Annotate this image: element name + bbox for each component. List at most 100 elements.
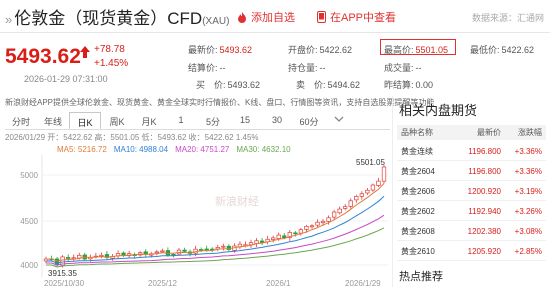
field-value: 5493.62 [219, 45, 253, 55]
tab-daily-k[interactable]: 日K [69, 112, 101, 129]
row-price: 1192.940 [468, 207, 501, 216]
up-arrow-icon [80, 46, 90, 58]
field-label: 结算价: [188, 63, 218, 73]
tab-monthly-k[interactable]: 月K [133, 112, 165, 129]
field-label: 卖 价: [296, 80, 326, 90]
instrument-code: (XAU) [202, 16, 230, 27]
data-source: 数据来源：汇通网 [471, 13, 544, 23]
watermark: 新浪财经 [215, 194, 259, 208]
ma-legend: MA5: 5216.72 MA10: 4988.04 MA20: 4751.27… [57, 145, 291, 154]
candle [221, 245, 226, 248]
candle [182, 249, 187, 252]
candle [71, 257, 76, 260]
x-tick: 2025/10/30 [44, 279, 85, 287]
tab-5min[interactable]: 5分 [197, 112, 229, 129]
tab-60min[interactable]: 60分 [293, 112, 325, 129]
row-name[interactable]: 黄金2608 [397, 226, 449, 237]
candle [66, 257, 71, 259]
ma30-line [46, 227, 385, 268]
candle [276, 234, 281, 239]
open-in-app-button[interactable]: 在APP中查看 [316, 9, 396, 25]
candle [282, 235, 287, 239]
phone-icon [317, 11, 326, 23]
candle [293, 232, 298, 235]
table-row[interactable]: 黄金2606 1200.920 +3.19% [397, 183, 546, 201]
chart-tabs: 分时 年线 日K 周K 月K 1 5分 15 30 60分 [5, 112, 390, 130]
candle [354, 196, 359, 201]
tab-timeshare[interactable]: 分时 [5, 112, 37, 129]
row-change: +3.36% [514, 147, 542, 156]
candle [154, 251, 159, 254]
current-price: 5493.62 [5, 45, 81, 68]
more-tabs-button[interactable] [325, 112, 353, 129]
tab-30min[interactable]: 30 [261, 112, 293, 129]
chevron-down-icon [334, 116, 344, 122]
x-tick: 2026/1/29 [345, 279, 381, 287]
candle [121, 252, 126, 256]
candle [315, 221, 320, 226]
add-watchlist-label: 添加自选 [251, 12, 295, 24]
low-label: 3915.35 [48, 269, 77, 278]
candle [204, 248, 209, 251]
row-name[interactable]: 黄金2604 [397, 166, 449, 177]
row-change: +2.85% [514, 247, 542, 256]
candle [309, 225, 315, 228]
highlight-box [380, 39, 456, 55]
table-row[interactable]: 黄金2602 1192.940 +3.26% [397, 203, 546, 221]
field-label: 买 价: [196, 80, 226, 90]
quote-field-bid: 买 价: 5493.62 [196, 78, 260, 91]
tab-yearly[interactable]: 年线 [37, 112, 69, 129]
quote-field-open: 开盘价: 5422.62 [288, 43, 352, 56]
row-price: 1200.920 [467, 187, 501, 196]
table-row[interactable]: 黄金2604 1196.800 +3.36% [397, 163, 546, 181]
row-name[interactable]: 黄金2610 [397, 246, 449, 257]
chevron-icon: » [5, 12, 13, 27]
tab-weekly-k[interactable]: 周K [101, 112, 133, 129]
field-label: 最新价: [188, 45, 218, 55]
quote-time: 2026-01-29 07:31:00 [24, 74, 108, 84]
candle [365, 189, 370, 194]
field-label: 持仓量: [288, 63, 318, 73]
col-price: 最新价 [477, 128, 501, 137]
candle [77, 254, 82, 259]
row-price: 1202.380 [467, 227, 501, 236]
candle [271, 237, 276, 240]
quote-field-latest: 最新价: 5493.62 [188, 43, 252, 56]
table-row[interactable]: 黄金2610 1205.920 +2.85% [397, 243, 546, 261]
ma10-label: MA10: 4988.04 [113, 145, 169, 154]
candle [160, 250, 165, 253]
tab-15min[interactable]: 15 [229, 112, 261, 129]
field-value: 5422.62 [501, 45, 535, 55]
instrument-name: 伦敦金（现货黄金）CFD [14, 9, 203, 28]
candle [298, 229, 304, 234]
add-watchlist-button[interactable]: 添加自选 [236, 9, 295, 25]
row-name[interactable]: 黄金连续 [397, 146, 449, 157]
y-tick: 4500 [20, 217, 38, 226]
y-tick: 5000 [20, 171, 38, 180]
page: { "header": { "title": "伦敦金（现货黄金）CFD", "… [0, 0, 550, 287]
header-divider [0, 32, 550, 33]
tab-1min[interactable]: 1 [165, 112, 197, 129]
kline-chart[interactable]: 5000 4500 4000 新浪财经 5501.05 3915.35 2025… [0, 155, 392, 287]
table-row[interactable]: 黄金连续 1196.800 +3.36% [397, 143, 546, 161]
ma20-label: MA20: 4751.27 [175, 145, 230, 154]
quote-field-prev-settle: 昨结算: 0.00 [384, 78, 433, 91]
quote-field-settle: 结算价: -- [188, 61, 226, 74]
field-label: 昨结算: [384, 80, 414, 90]
ma30-label: MA30: 4632.10 [236, 145, 291, 154]
row-name[interactable]: 黄金2602 [397, 206, 449, 217]
panel-divider [392, 96, 393, 287]
field-value: -- [319, 63, 326, 73]
candle [359, 193, 364, 197]
candle [248, 242, 254, 246]
table-row[interactable]: 黄金2608 1202.380 +3.08% [397, 223, 546, 241]
quote-field-oi: 持仓量: -- [288, 61, 326, 74]
quote-field-low: 最低价: 5422.62 [470, 43, 534, 56]
flame-icon [238, 12, 246, 23]
candle [376, 180, 381, 186]
related-futures-title: 相关内盘期货 [399, 103, 478, 118]
row-name[interactable]: 黄金2606 [397, 186, 449, 197]
high-label: 5501.05 [356, 158, 385, 167]
col-name: 品种名称 [401, 128, 433, 137]
quote-field-volume: 成交量: -- [384, 61, 422, 74]
